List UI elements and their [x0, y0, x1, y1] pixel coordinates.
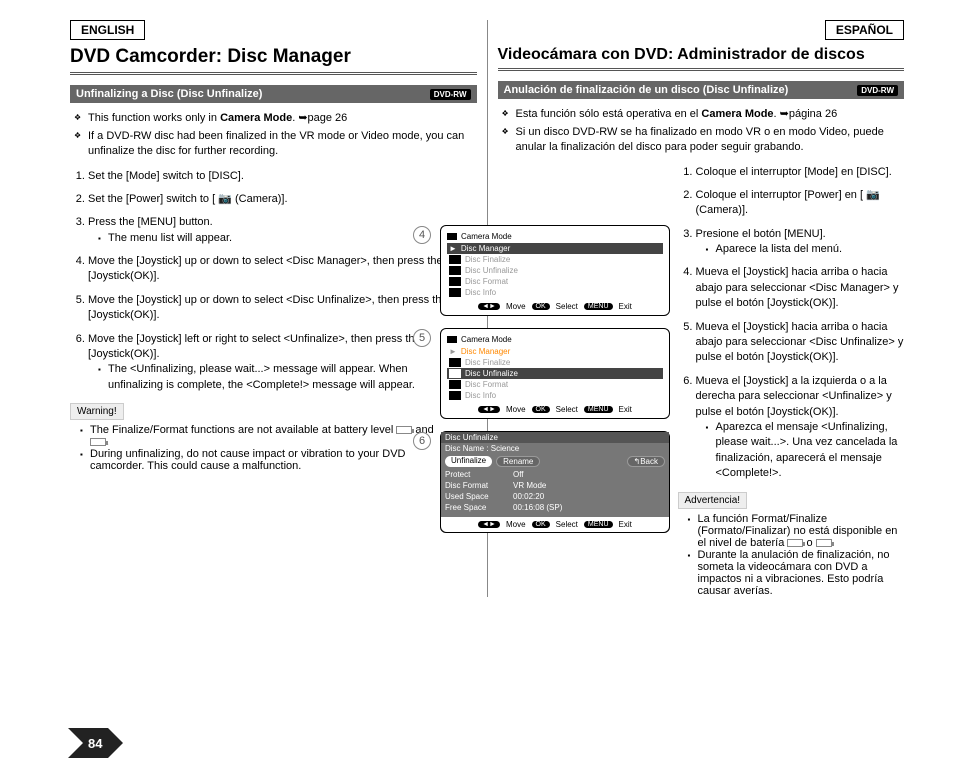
step-number-6: 6 — [413, 432, 431, 450]
menu-button-icon: MENU — [584, 521, 613, 528]
svg-text:84: 84 — [88, 736, 103, 751]
subhead-en: Unfinalizing a Disc (Disc Unfinalize) DV… — [70, 85, 477, 103]
dvdrw-badge: DVD-RW — [430, 89, 471, 100]
page-number: 84 — [68, 728, 128, 758]
ok-icon: OK — [532, 521, 550, 528]
dvdrw-badge: DVD-RW — [857, 85, 898, 96]
warning-list-en: The Finalize/Format functions are not av… — [70, 424, 450, 472]
move-icon: ◄► — [478, 303, 500, 310]
menu-icon — [449, 369, 461, 378]
lang-tab-english: ENGLISH — [70, 20, 145, 40]
ok-icon: OK — [532, 303, 550, 310]
unfinalize-button: Unfinalize — [445, 456, 492, 467]
camera-icon — [447, 233, 457, 240]
warning-list-es: La función Format/Finalize (Formato/Fina… — [678, 513, 905, 597]
intro-bullets-en: This function works only in Camera Mode.… — [70, 111, 477, 159]
title-es: Videocámara con DVD: Administrador de di… — [498, 46, 905, 71]
menu-icon — [449, 358, 461, 367]
title-en: DVD Camcorder: Disc Manager — [70, 46, 477, 75]
battery-icon — [90, 438, 106, 446]
steps-es: Coloque el interruptor [Mode] en [DISC].… — [678, 165, 905, 482]
menu-icon — [449, 266, 461, 275]
menu-button-icon: MENU — [584, 303, 613, 310]
warning-label-es: Advertencia! — [678, 492, 748, 509]
battery-icon — [396, 426, 412, 434]
menu-icon — [449, 255, 461, 264]
move-icon: ◄► — [478, 521, 500, 528]
intro-bullets-es: Esta función sólo está operativa en el C… — [498, 107, 905, 155]
menu-icon — [449, 391, 461, 400]
back-button: ↰Back — [627, 456, 666, 467]
screen-6: 6 Disc Unfinalize Disc Name : Science Un… — [440, 431, 670, 533]
subhead-es: Anulación de finalización de un disco (D… — [498, 81, 905, 99]
menu-icon — [449, 288, 461, 297]
move-icon: ◄► — [478, 406, 500, 413]
lang-tab-spanish: ESPAÑOL — [825, 20, 904, 40]
screen-4: 4 Camera Mode ►Disc Manager Disc Finaliz… — [440, 225, 670, 316]
screen-illustrations: 4 Camera Mode ►Disc Manager Disc Finaliz… — [440, 225, 670, 545]
menu-icon — [449, 380, 461, 389]
ok-icon: OK — [532, 406, 550, 413]
battery-icon — [816, 539, 832, 547]
step-number-4: 4 — [413, 226, 431, 244]
steps-en: Set the [Mode] switch to [DISC]. Set the… — [70, 169, 450, 394]
menu-button-icon: MENU — [584, 406, 613, 413]
step-number-5: 5 — [413, 329, 431, 347]
rename-button: Rename — [496, 456, 540, 467]
warning-label-en: Warning! — [70, 403, 124, 420]
screen-5: 5 Camera Mode ►Disc Manager Disc Finaliz… — [440, 328, 670, 419]
menu-icon — [449, 277, 461, 286]
camera-icon — [447, 336, 457, 343]
battery-icon — [787, 539, 803, 547]
english-column: ENGLISH DVD Camcorder: Disc Manager Unfi… — [60, 20, 488, 597]
